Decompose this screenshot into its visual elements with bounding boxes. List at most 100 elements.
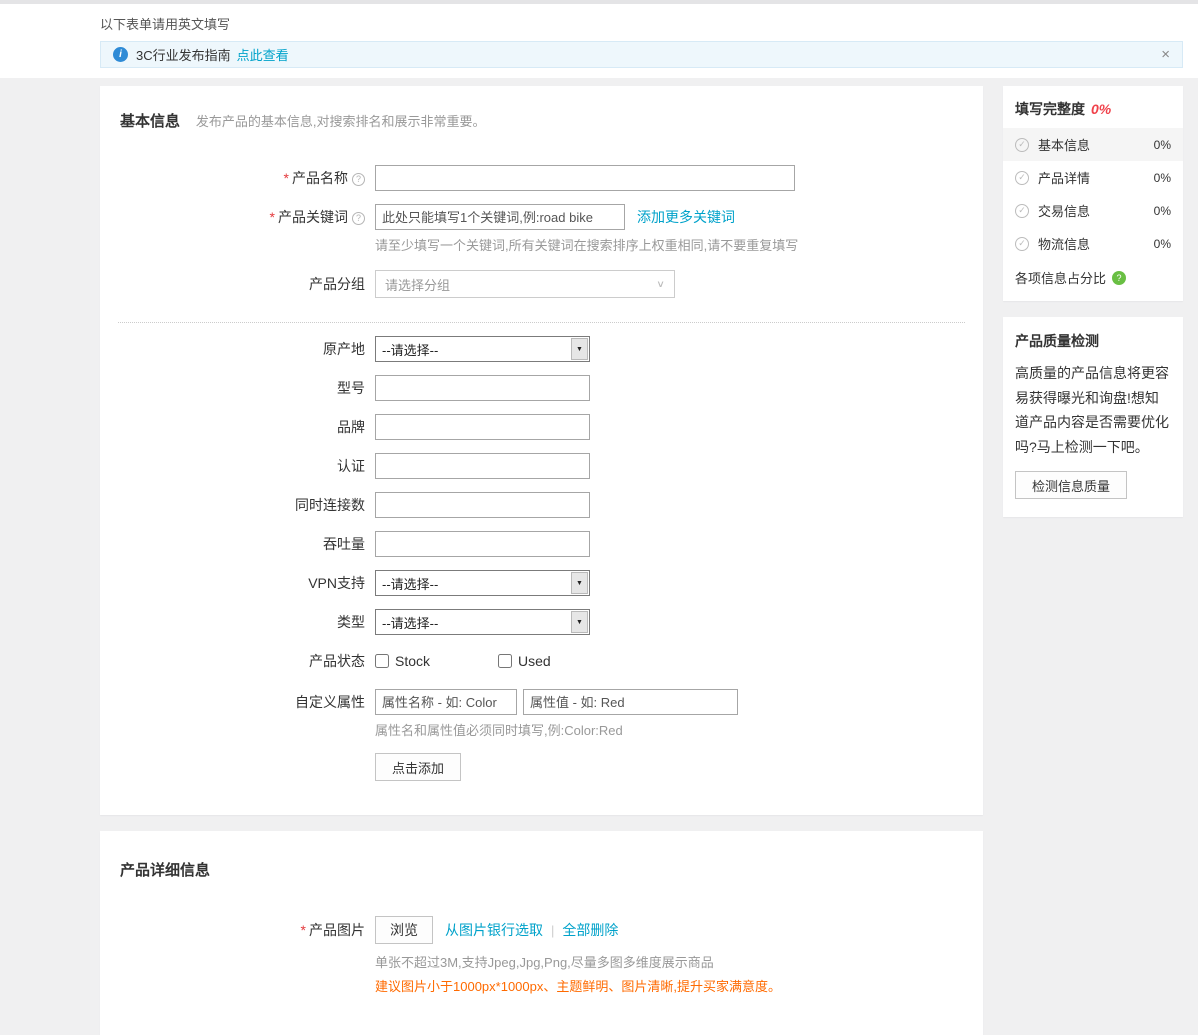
- stock-checkbox-option[interactable]: Stock: [375, 653, 430, 669]
- page-header: 以下表单请用英文填写 i 3C行业发布指南 点此查看 ×: [0, 4, 1198, 78]
- attr-name-input[interactable]: [375, 689, 517, 715]
- delete-all-link[interactable]: 全部删除: [562, 920, 618, 940]
- help-icon[interactable]: ?: [352, 172, 365, 186]
- banner-title: 3C行业发布指南: [136, 48, 231, 63]
- used-checkbox[interactable]: [498, 654, 513, 668]
- required-mark: *: [283, 170, 289, 186]
- group-select[interactable]: 请选择分组 ∨: [375, 270, 675, 298]
- brand-input[interactable]: [375, 414, 590, 440]
- used-checkbox-label: Used: [518, 653, 551, 669]
- sidebar-item-value: 0%: [1153, 137, 1171, 152]
- type-row: 类型 --请选择-- ▼: [100, 609, 983, 635]
- completeness-title: 填写完整度 0%: [1003, 99, 1183, 128]
- origin-row: 原产地 --请选择-- ▼: [100, 336, 983, 362]
- quality-check-button[interactable]: 检测信息质量: [1015, 471, 1128, 499]
- link-separator: |: [551, 922, 555, 938]
- connections-input[interactable]: [375, 492, 590, 518]
- product-image-label-text: 产品图片: [309, 922, 365, 938]
- custom-attr-row: 自定义属性: [100, 689, 983, 715]
- basic-section-subtitle: 发布产品的基本信息,对搜索排名和展示非常重要。: [195, 114, 486, 129]
- check-circle-icon: ✓: [1015, 170, 1029, 185]
- product-image-label: * 产品图片: [100, 920, 365, 940]
- product-name-input[interactable]: [375, 165, 795, 191]
- type-select[interactable]: --请选择-- ▼: [375, 609, 590, 635]
- product-detail-card: 产品详细信息 * 产品图片 浏览 从图片银行选取 | 全部删除 单张不超过3M,支…: [100, 831, 983, 1035]
- check-circle-icon: ✓: [1015, 137, 1029, 152]
- stock-checkbox[interactable]: [375, 654, 389, 668]
- completeness-percent: 0%: [1091, 101, 1112, 117]
- page-content: 基本信息 发布产品的基本信息,对搜索排名和展示非常重要。 * 产品名称? * 产品关…: [100, 86, 1198, 1035]
- model-row: 型号: [100, 375, 983, 401]
- completeness-title-text: 填写完整度: [1015, 101, 1085, 117]
- group-row: 产品分组 请选择分组 ∨: [100, 270, 983, 298]
- product-name-label: * 产品名称?: [100, 168, 365, 188]
- status-label: 产品状态: [309, 653, 365, 669]
- browse-button[interactable]: 浏览: [375, 916, 433, 944]
- add-attribute-button[interactable]: 点击添加: [375, 753, 462, 781]
- help-icon[interactable]: ?: [352, 211, 365, 225]
- origin-label: 原产地: [323, 341, 365, 357]
- vpn-select-value: --请选择--: [382, 576, 439, 592]
- certification-input[interactable]: [375, 453, 590, 479]
- check-circle-icon: ✓: [1015, 203, 1029, 218]
- dropdown-arrow-icon: ▼: [571, 338, 588, 360]
- main-column: 基本信息 发布产品的基本信息,对搜索排名和展示非常重要。 * 产品名称? * 产品关…: [100, 86, 983, 1035]
- group-label: 产品分组: [309, 276, 365, 292]
- basic-section-title: 基本信息: [120, 113, 181, 130]
- dropdown-arrow-icon: ▼: [571, 572, 588, 594]
- basic-info-card: 基本信息 发布产品的基本信息,对搜索排名和展示非常重要。 * 产品名称? * 产品关…: [100, 86, 983, 815]
- model-input[interactable]: [375, 375, 590, 401]
- dropdown-arrow-icon: ▼: [571, 611, 588, 633]
- vpn-select[interactable]: --请选择-- ▼: [375, 570, 590, 596]
- custom-attr-label: 自定义属性: [295, 694, 365, 710]
- keyword-help-text: 请至少填写一个关键词,所有关键词在搜索排序上权重相同,请不要重复填写: [375, 238, 799, 253]
- banner-view-link[interactable]: 点此查看: [237, 45, 289, 64]
- image-suggestion-text: 建议图片小于1000px*1000px、主题鲜明、图片清晰,提升买家满意度。: [375, 979, 781, 994]
- sidebar-item-value: 0%: [1153, 203, 1171, 218]
- type-select-value: --请选择--: [382, 615, 439, 631]
- used-checkbox-option[interactable]: Used: [498, 653, 551, 669]
- add-keyword-link[interactable]: 添加更多关键词: [637, 207, 735, 227]
- origin-select-value: --请选择--: [382, 342, 439, 358]
- sidebar-item-trade-info[interactable]: ✓ 交易信息 0%: [1003, 194, 1183, 227]
- completeness-card: 填写完整度 0% ✓ 基本信息 0% ✓ 产品详情 0% ✓ 交易信息 0% ✓ …: [1003, 86, 1183, 301]
- group-select-value: 请选择分组: [385, 277, 451, 293]
- sidebar-item-value: 0%: [1153, 170, 1171, 185]
- quality-check-card: 产品质量检测 高质量的产品信息将更容易获得曝光和询盘!想知道产品内容是否需要优化…: [1003, 317, 1183, 517]
- keyword-input[interactable]: [375, 204, 625, 230]
- industry-guide-banner: i 3C行业发布指南 点此查看 ×: [100, 41, 1183, 68]
- image-bank-link[interactable]: 从图片银行选取: [445, 920, 543, 940]
- sidebar-item-label: 基本信息: [1038, 138, 1091, 153]
- score-ratio-label: 各项信息占分比: [1015, 271, 1107, 286]
- sidebar-item-label: 产品详情: [1038, 171, 1091, 186]
- vpn-label: VPN支持: [308, 575, 365, 591]
- close-icon[interactable]: ×: [1161, 47, 1170, 62]
- attr-value-input[interactable]: [523, 689, 738, 715]
- keyword-label-text: 产品关键词: [278, 209, 348, 225]
- throughput-input[interactable]: [375, 531, 590, 557]
- quality-card-text: 高质量的产品信息将更容易获得曝光和询盘!想知道产品内容是否需要优化吗?马上检测一…: [1015, 365, 1169, 455]
- sidebar-item-product-detail[interactable]: ✓ 产品详情 0%: [1003, 161, 1183, 194]
- sidebar-item-basic-info[interactable]: ✓ 基本信息 0%: [1003, 128, 1183, 161]
- section-divider: [118, 322, 965, 323]
- brand-label: 品牌: [337, 419, 365, 435]
- product-name-label-text: 产品名称: [292, 170, 348, 186]
- chevron-down-icon: ∨: [656, 278, 665, 290]
- sidebar-item-value: 0%: [1153, 236, 1171, 251]
- form-language-note: 以下表单请用英文填写: [100, 17, 231, 32]
- keyword-row: *产品关键词? 添加更多关键词: [100, 204, 983, 230]
- sidebar-item-logistics-info[interactable]: ✓ 物流信息 0%: [1003, 227, 1183, 260]
- check-circle-icon: ✓: [1015, 236, 1029, 251]
- info-icon: i: [113, 47, 128, 62]
- required-mark: *: [300, 922, 306, 938]
- type-label: 类型: [337, 614, 365, 630]
- throughput-row: 吞吐量: [100, 531, 983, 557]
- question-icon[interactable]: ?: [1112, 270, 1127, 285]
- custom-attr-help-text: 属性名和属性值必须同时填写,例:Color:Red: [375, 723, 623, 738]
- stock-checkbox-label: Stock: [395, 653, 431, 669]
- score-ratio-row: 各项信息占分比 ?: [1003, 260, 1183, 287]
- keyword-label: * 产品关键词?: [100, 207, 365, 227]
- product-name-row: * 产品名称?: [100, 165, 983, 191]
- certification-label: 认证: [337, 458, 365, 474]
- origin-select[interactable]: --请选择-- ▼: [375, 336, 590, 362]
